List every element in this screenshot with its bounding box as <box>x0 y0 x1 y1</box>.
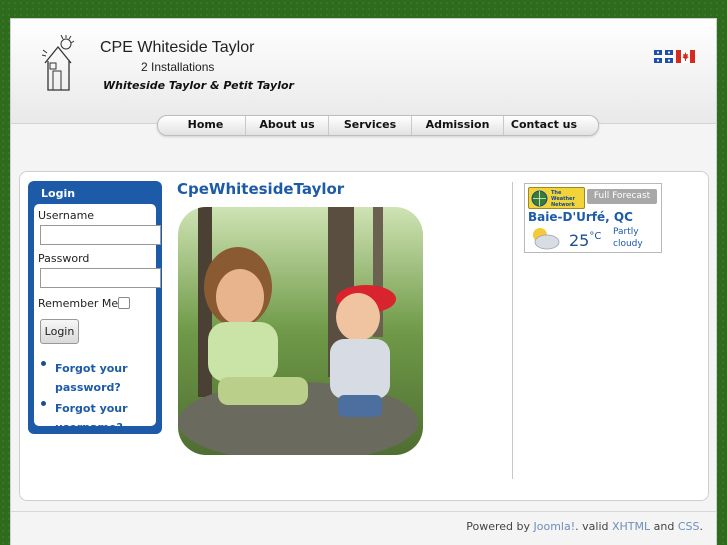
remember-me-checkbox[interactable] <box>118 297 130 309</box>
site-title: CPE Whiteside Taylor <box>100 39 255 56</box>
remember-me-label: Remember Me <box>38 297 119 310</box>
login-links: Forgot your password? Forgot your userna… <box>40 357 154 437</box>
temperature-unit: °C <box>589 231 602 242</box>
login-title: Login <box>41 187 76 200</box>
nav-about-us[interactable]: About us <box>246 116 329 135</box>
login-button[interactable]: Login <box>40 319 79 344</box>
language-flags <box>654 50 695 63</box>
password-input[interactable] <box>40 268 161 288</box>
footer-credits: Powered by Joomla!. valid XHTML and CSS. <box>466 520 703 533</box>
weather-network-logo-text: The Weather Network <box>551 190 575 208</box>
main-nav: Home About us Services Admission Contact… <box>157 115 599 136</box>
username-label: Username <box>38 209 95 222</box>
nav-home[interactable]: Home <box>166 116 246 135</box>
weather-temperature: 25°C <box>569 231 601 250</box>
period-text: . <box>699 520 704 533</box>
and-text: and <box>653 520 675 533</box>
login-form: Username Password Remember Me Login Forg… <box>34 204 161 434</box>
username-input[interactable] <box>40 225 161 245</box>
joomla-link[interactable]: Joomla! <box>534 520 576 533</box>
temperature-value: 25 <box>569 231 590 250</box>
main-content: Login Username Password Remember Me Logi… <box>19 171 709 501</box>
xhtml-link[interactable]: XHTML <box>612 520 650 533</box>
weather-widget[interactable]: The Weather Network Full Forecast Baie-D… <box>524 183 662 253</box>
forgot-password-link[interactable]: Forgot your password? <box>55 362 128 394</box>
weather-network-logo[interactable]: The Weather Network <box>528 187 585 209</box>
weather-condition: Partly cloudy <box>613 227 643 249</box>
css-link[interactable]: CSS <box>678 520 700 533</box>
login-module: Login Username Password Remember Me Logi… <box>28 181 162 434</box>
full-forecast-button[interactable]: Full Forecast <box>587 189 657 204</box>
valid-text: . valid <box>575 520 609 533</box>
list-item: Forgot your password? <box>40 357 154 395</box>
site-tagline: Whiteside Taylor & Petit Taylor <box>103 79 294 92</box>
powered-by-text: Powered by <box>466 520 530 533</box>
bullet-icon <box>41 401 46 406</box>
list-item: Forgot your username? <box>40 397 154 435</box>
article-title[interactable]: CpeWhitesideTaylor <box>177 180 344 198</box>
partly-cloudy-icon <box>533 228 560 250</box>
globe-icon <box>531 190 548 207</box>
column-divider <box>512 182 513 479</box>
nav-admission[interactable]: Admission <box>412 116 504 135</box>
site-header: CPE Whiteside Taylor 2 Installations Whi… <box>11 19 716 124</box>
children-photo <box>178 207 423 455</box>
weather-city: Baie-D'Urfé, QC <box>528 210 633 224</box>
site-footer: Powered by Joomla!. valid XHTML and CSS. <box>11 511 716 545</box>
bullet-icon <box>41 361 46 366</box>
house-logo-icon[interactable] <box>41 35 75 93</box>
nav-contact-us[interactable]: Contact us <box>504 116 584 135</box>
forgot-username-link[interactable]: Forgot your username? <box>55 402 128 434</box>
nav-services[interactable]: Services <box>329 116 412 135</box>
page-frame: CPE Whiteside Taylor 2 Installations Whi… <box>10 18 717 545</box>
quebec-flag-icon[interactable] <box>654 50 673 63</box>
password-label: Password <box>38 252 90 265</box>
site-subtitle: 2 Installations <box>141 60 215 74</box>
canada-flag-icon[interactable] <box>676 50 695 63</box>
